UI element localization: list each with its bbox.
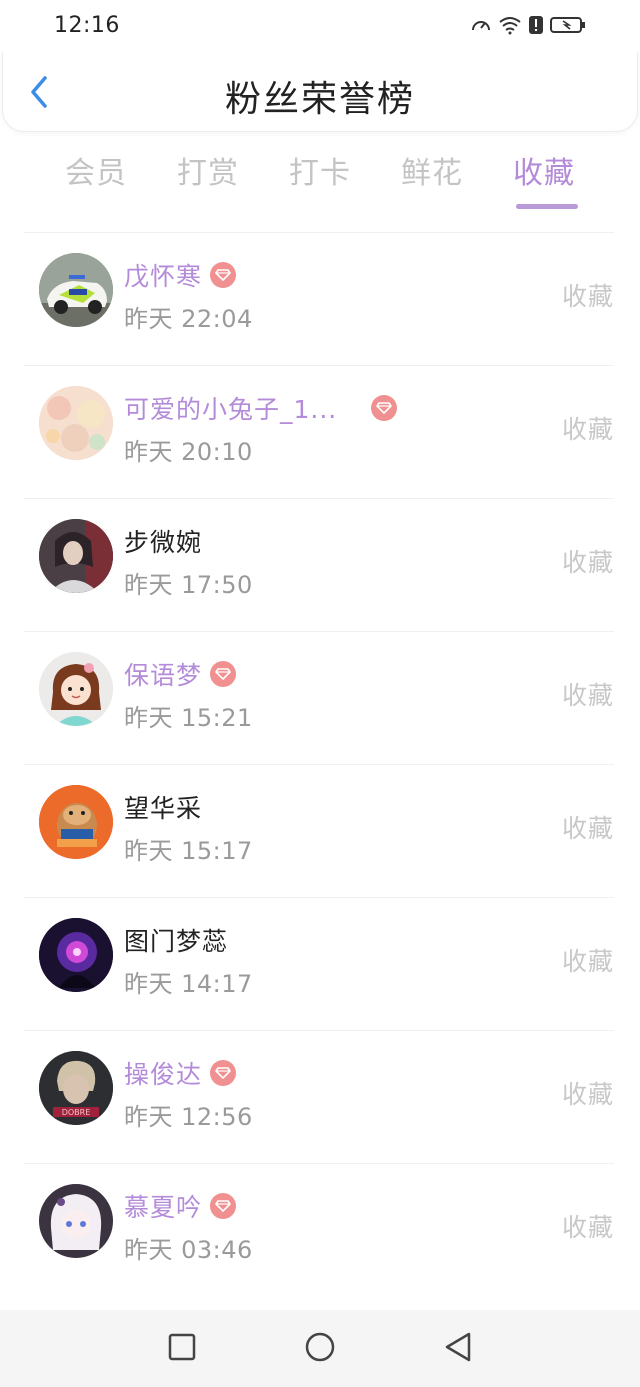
- recent-apps-button[interactable]: [162, 1329, 202, 1369]
- wifi-icon: [498, 15, 522, 35]
- vip-diamond-icon: [371, 395, 398, 421]
- avatar[interactable]: [39, 918, 113, 992]
- avatar[interactable]: DOBRE: [39, 1051, 113, 1125]
- action-label: 收藏: [561, 947, 614, 976]
- header: 粉丝荣誉榜: [2, 52, 638, 132]
- timestamp: 昨天 03:46: [124, 1236, 253, 1264]
- timestamp: 昨天 20:10: [124, 438, 253, 466]
- list-item[interactable]: 可爱的小兔子_1... 昨天 20:10 收藏: [24, 365, 614, 498]
- user-name: 望华采: [124, 794, 203, 823]
- timestamp: 昨天 22:04: [124, 305, 253, 333]
- user-name: 戊怀寒: [124, 262, 203, 291]
- list-item[interactable]: 保语梦昨天 15:21 收藏: [24, 631, 614, 764]
- user-name: 操俊达: [124, 1060, 203, 1089]
- action-label: 收藏: [561, 415, 614, 444]
- vip-diamond-icon: [210, 1193, 237, 1219]
- timestamp: 昨天 12:56: [124, 1103, 253, 1131]
- avatar[interactable]: [39, 386, 113, 460]
- tab-favorites[interactable]: 收藏: [488, 148, 600, 212]
- avatar[interactable]: [39, 652, 113, 726]
- status-bar: 12:16: [0, 0, 640, 50]
- list-item[interactable]: 戊怀寒昨天 22:04 收藏: [24, 232, 614, 365]
- vip-diamond-icon: [210, 661, 237, 687]
- avatar[interactable]: [39, 785, 113, 859]
- timestamp: 昨天 15:21: [124, 704, 253, 732]
- user-name: 保语梦: [124, 661, 203, 690]
- avatar[interactable]: [39, 519, 113, 593]
- triangle-back-icon: [443, 1331, 473, 1367]
- user-name: 步微婉: [124, 528, 203, 557]
- list-item[interactable]: 慕夏吟昨天 03:46 收藏: [24, 1163, 614, 1296]
- action-label: 收藏: [561, 814, 614, 843]
- page-title: 粉丝荣誉榜: [224, 79, 415, 120]
- alert-icon: [528, 15, 544, 35]
- vip-diamond-icon: [210, 1060, 237, 1086]
- name-row: 保语梦: [124, 656, 237, 692]
- timestamp: 昨天 14:17: [124, 970, 253, 998]
- list-item[interactable]: 步微婉昨天 17:50 收藏: [24, 498, 614, 631]
- vip-diamond-icon: [210, 262, 237, 288]
- action-label: 收藏: [561, 1080, 614, 1109]
- back-nav-button[interactable]: [438, 1329, 478, 1369]
- action-label: 收藏: [561, 282, 614, 311]
- tab-bar: 会员 打赏 打卡 鲜花 收藏: [40, 148, 600, 212]
- user-name: 慕夏吟: [124, 1193, 203, 1222]
- action-label: 收藏: [561, 1213, 614, 1242]
- action-label: 收藏: [561, 681, 614, 710]
- name-row: 慕夏吟: [124, 1188, 237, 1224]
- list-item[interactable]: 望华采昨天 15:17 收藏: [24, 764, 614, 897]
- avatar[interactable]: [39, 1184, 113, 1258]
- user-name: 可爱的小兔子_1...: [124, 395, 338, 424]
- status-icons: [470, 15, 586, 35]
- name-row: 可爱的小兔子_1...: [124, 390, 398, 426]
- fan-list: 戊怀寒 昨天 22:04 收藏 可爱的小兔子_1... 昨天 20:10 收藏 步微婉 昨天 …: [0, 232, 640, 1296]
- name-row: 操俊达: [124, 1055, 237, 1091]
- circle-icon: [304, 1331, 336, 1367]
- home-button[interactable]: [300, 1329, 340, 1369]
- name-row: 戊怀寒: [124, 257, 237, 293]
- speed-icon: [470, 15, 492, 35]
- name-row: 图门梦蕊: [124, 922, 228, 958]
- action-label: 收藏: [561, 548, 614, 577]
- square-icon: [168, 1333, 196, 1365]
- avatar[interactable]: [39, 253, 113, 327]
- list-item[interactable]: 图门梦蕊昨天 14:17 收藏: [24, 897, 614, 1030]
- svg-text:DOBRE: DOBRE: [62, 1108, 91, 1117]
- tab-flowers[interactable]: 鲜花: [376, 148, 488, 212]
- status-time: 12:16: [54, 12, 120, 38]
- timestamp: 昨天 15:17: [124, 837, 253, 865]
- name-row: 步微婉: [124, 523, 202, 559]
- system-nav-bar: [0, 1310, 640, 1387]
- tab-member[interactable]: 会员: [40, 148, 152, 212]
- tab-reward[interactable]: 打赏: [152, 148, 264, 212]
- name-row: 望华采: [124, 789, 202, 825]
- timestamp: 昨天 17:50: [124, 571, 253, 599]
- tab-checkin[interactable]: 打卡: [264, 148, 376, 212]
- user-name: 图门梦蕊: [124, 927, 229, 956]
- list-item[interactable]: DOBRE 操俊达昨天 12:56 收藏: [24, 1030, 614, 1163]
- battery-icon: [550, 15, 586, 35]
